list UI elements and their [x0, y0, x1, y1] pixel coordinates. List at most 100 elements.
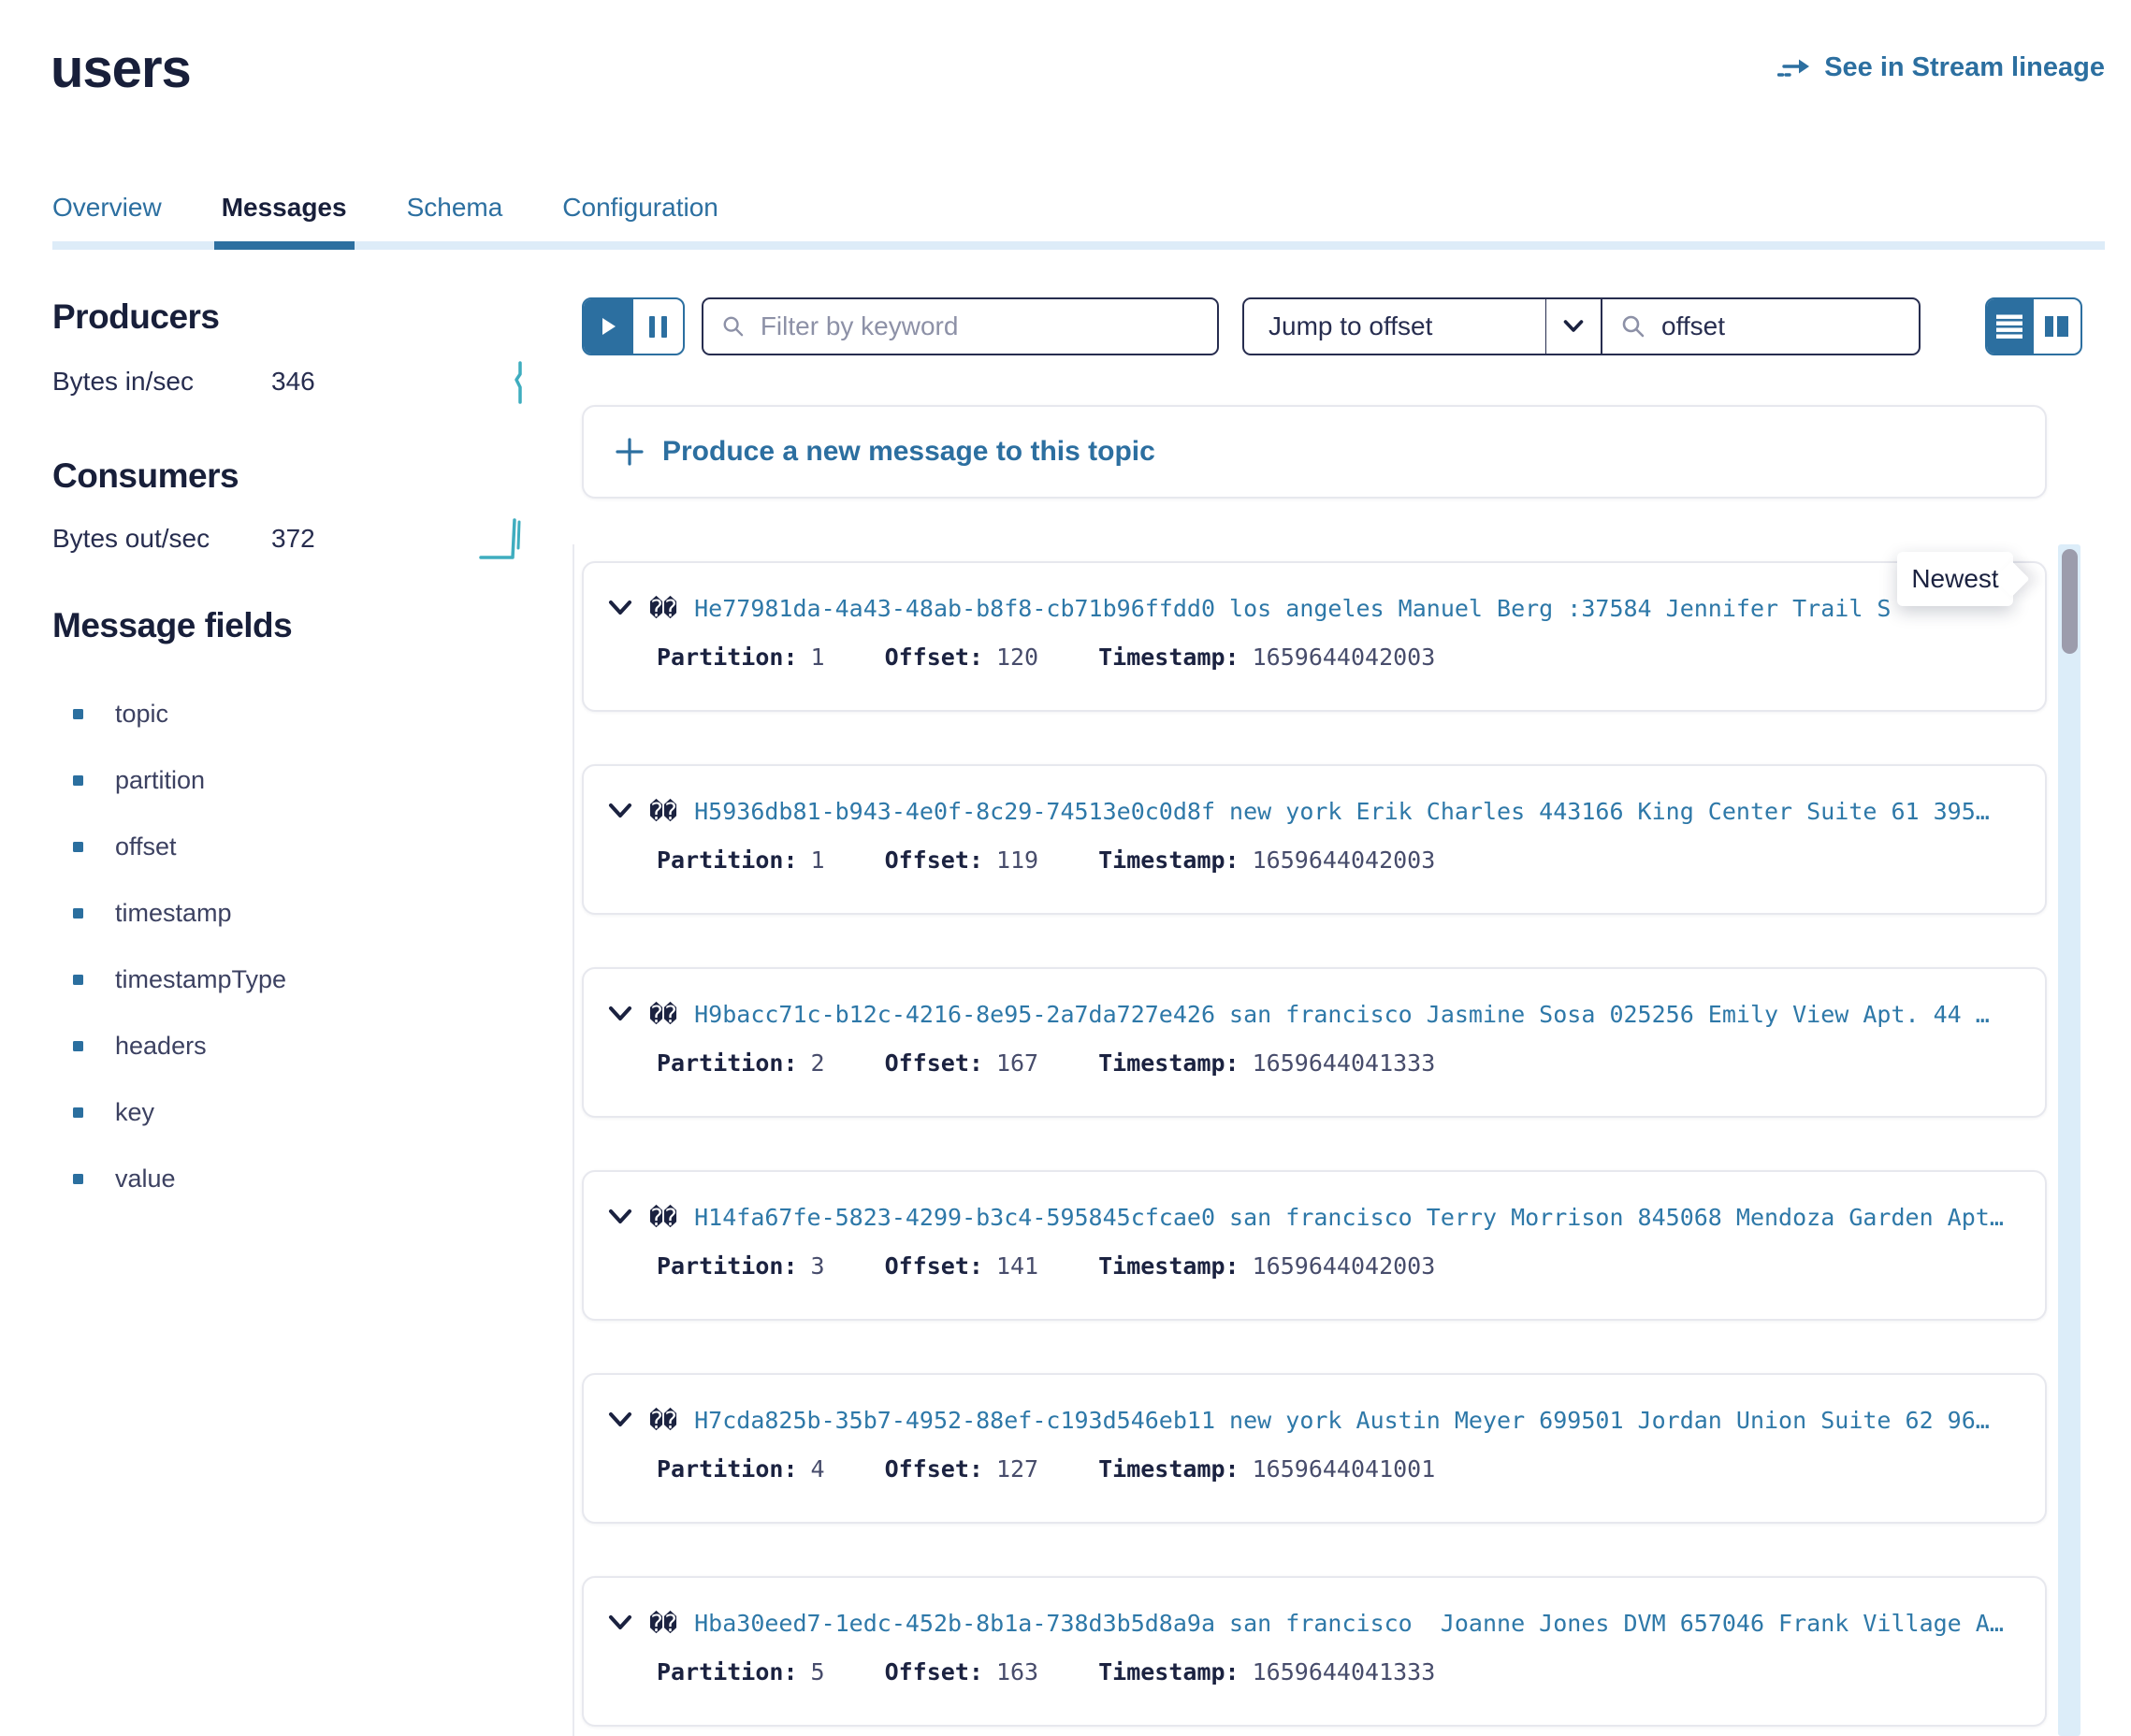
partition-value: 2	[811, 1049, 825, 1077]
stream-lineage-link[interactable]: See in Stream lineage	[1777, 52, 2105, 83]
timestamp-label: Timestamp:	[1098, 1049, 1239, 1077]
timestamp-label: Timestamp:	[1098, 1658, 1239, 1685]
column-view-icon	[2045, 315, 2069, 338]
message-card: �� H7cda825b-35b7-4952-88ef-c193d546eb11…	[582, 1373, 2047, 1524]
partition-label: Partition:	[657, 644, 798, 671]
scrollbar-track[interactable]	[2058, 544, 2080, 1736]
offset-value: 163	[996, 1658, 1038, 1685]
message-field-item-key[interactable]: key	[52, 1079, 286, 1146]
message-meta: Partition:3 Offset:141 Timestamp:1659644…	[657, 1252, 2017, 1280]
message-preview: H7cda825b-35b7-4952-88ef-c193d546eb11 ne…	[694, 1407, 2017, 1434]
bullet-icon	[73, 1174, 83, 1184]
stream-controls	[582, 297, 685, 355]
message-header[interactable]: �� H5936db81-b943-4e0f-8c29-74513e0c0d8f…	[608, 792, 2017, 830]
message-preview: Hba30eed7-1edc-452b-8b1a-738d3b5d8a9a sa…	[694, 1610, 2017, 1637]
message-fields-list: topic partition offset timestamp timesta…	[52, 681, 286, 1212]
tab-schema[interactable]: Schema	[407, 193, 503, 234]
message-field-item-headers[interactable]: headers	[52, 1013, 286, 1079]
column-view-button[interactable]	[2034, 299, 2080, 354]
scrollbar-thumb[interactable]	[2062, 549, 2078, 654]
timestamp-value: 1659644042003	[1253, 644, 1436, 671]
message-card: �� Hba30eed7-1edc-452b-8b1a-738d3b5d8a9a…	[582, 1576, 2047, 1727]
tab-underline-track	[52, 241, 2105, 250]
message-card: �� H14fa67fe-5823-4299-b3c4-595845cfcae0…	[582, 1170, 2047, 1321]
select-chevron-button[interactable]	[1545, 299, 1601, 354]
message-field-item-topic[interactable]: topic	[52, 681, 286, 747]
partition-label: Partition:	[657, 1455, 798, 1483]
partition-value: 5	[811, 1658, 825, 1685]
newest-tooltip-label: Newest	[1911, 564, 1998, 594]
chevron-down-icon	[1563, 319, 1584, 334]
chevron-down-icon[interactable]	[608, 1004, 632, 1024]
tab-label: Configuration	[562, 193, 718, 222]
offset-value: 119	[996, 846, 1038, 874]
jump-to-offset-group: Jump to offset	[1242, 297, 1921, 355]
tab-configuration[interactable]: Configuration	[562, 193, 718, 234]
list-view-icon	[1996, 314, 2024, 340]
pause-button[interactable]	[633, 299, 683, 354]
message-header[interactable]: �� Hba30eed7-1edc-452b-8b1a-738d3b5d8a9a…	[608, 1604, 2017, 1642]
offset-value: 141	[996, 1252, 1038, 1280]
offset-label: Offset:	[885, 846, 983, 874]
message-key-glyphs: ��	[649, 798, 677, 825]
message-header[interactable]: �� H14fa67fe-5823-4299-b3c4-595845cfcae0…	[608, 1198, 2017, 1236]
message-header[interactable]: �� H9bacc71c-b12c-4216-8e95-2a7da727e426…	[608, 995, 2017, 1033]
partition-label: Partition:	[657, 846, 798, 874]
keyword-filter	[702, 297, 1219, 355]
produce-message-button[interactable]: Produce a new message to this topic	[582, 405, 2047, 499]
message-field-item-value[interactable]: value	[52, 1146, 286, 1212]
timestamp-value: 1659644042003	[1253, 846, 1436, 874]
timestamp-value: 1659644041333	[1253, 1049, 1436, 1077]
message-preview: H9bacc71c-b12c-4216-8e95-2a7da727e426 sa…	[694, 1001, 2017, 1028]
message-meta: Partition:1 Offset:119 Timestamp:1659644…	[657, 846, 2017, 874]
partition-value: 1	[811, 644, 825, 671]
bullet-icon	[73, 775, 83, 786]
message-preview: H14fa67fe-5823-4299-b3c4-595845cfcae0 sa…	[694, 1204, 2017, 1231]
message-list: �� He77981da-4a43-48ab-b8f8-cb71b96ffdd0…	[582, 561, 2047, 1736]
search-icon	[722, 314, 745, 339]
partition-value: 1	[811, 846, 825, 874]
message-meta: Partition:2 Offset:167 Timestamp:1659644…	[657, 1049, 2017, 1077]
message-header[interactable]: �� H7cda825b-35b7-4952-88ef-c193d546eb11…	[608, 1401, 2017, 1439]
timestamp-label: Timestamp:	[1098, 1252, 1239, 1280]
pane-divider	[573, 544, 574, 1736]
tab-label: Messages	[222, 193, 347, 222]
timestamp-value: 1659644041001	[1253, 1455, 1436, 1483]
stream-lineage-label: See in Stream lineage	[1824, 52, 2105, 83]
message-field-item-offset[interactable]: offset	[52, 814, 286, 880]
chevron-down-icon[interactable]	[608, 1207, 632, 1227]
offset-input[interactable]	[1660, 311, 1916, 342]
partition-label: Partition:	[657, 1049, 798, 1077]
message-field-item-partition[interactable]: partition	[52, 747, 286, 814]
offset-value: 167	[996, 1049, 1038, 1077]
chevron-down-icon[interactable]	[608, 598, 632, 618]
filter-input[interactable]	[759, 311, 1198, 342]
message-fields-heading: Message fields	[52, 606, 292, 645]
play-button[interactable]	[584, 299, 633, 354]
tab-overview[interactable]: Overview	[52, 193, 162, 234]
message-meta: Partition:1 Offset:120 Timestamp:1659644…	[657, 644, 2017, 671]
newest-tooltip: Newest	[1897, 552, 2013, 606]
message-header[interactable]: �� He77981da-4a43-48ab-b8f8-cb71b96ffdd0…	[608, 589, 2017, 627]
tab-messages[interactable]: Messages	[222, 193, 347, 234]
producers-heading: Producers	[52, 297, 220, 337]
jump-to-offset-select[interactable]: Jump to offset	[1244, 299, 1545, 354]
message-field-item-timestampType[interactable]: timestampType	[52, 947, 286, 1013]
offset-search	[1601, 299, 1919, 354]
view-toggle	[1985, 297, 2082, 355]
message-card: �� H9bacc71c-b12c-4216-8e95-2a7da727e426…	[582, 967, 2047, 1118]
chevron-down-icon[interactable]	[608, 801, 632, 821]
list-view-button[interactable]	[1987, 299, 2034, 354]
message-key-glyphs: ��	[649, 1204, 677, 1231]
consumers-heading: Consumers	[52, 456, 239, 496]
chevron-down-icon[interactable]	[608, 1410, 632, 1430]
tab-label: Schema	[407, 193, 503, 222]
message-field-item-timestamp[interactable]: timestamp	[52, 880, 286, 947]
offset-label: Offset:	[885, 1455, 983, 1483]
bullet-icon	[73, 975, 83, 985]
offset-label: Offset:	[885, 1252, 983, 1280]
play-icon	[601, 317, 617, 336]
chevron-down-icon[interactable]	[608, 1613, 632, 1633]
message-key-glyphs: ��	[649, 1407, 677, 1434]
topic-messages-page: users See in Stream lineage OverviewMess…	[0, 0, 2131, 1736]
